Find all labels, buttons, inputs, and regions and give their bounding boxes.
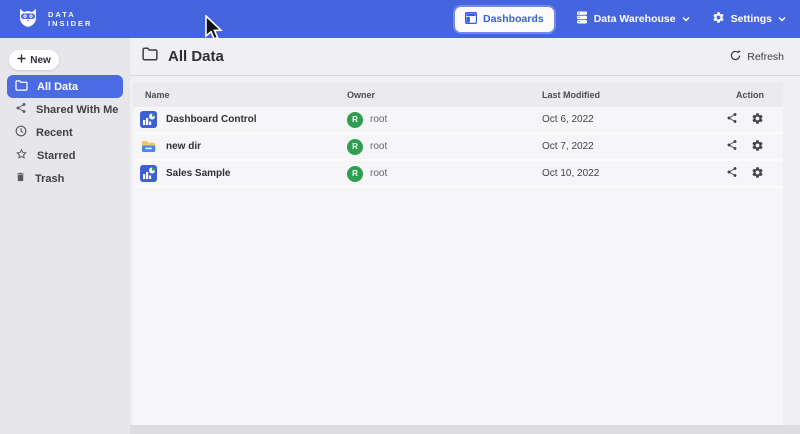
file-name: Sales Sample [166,168,230,179]
table-header-row: Name Owner Last Modified Action [133,83,783,107]
page-title: All Data [168,48,224,65]
owl-logo-icon [16,5,40,34]
file-table: Name Owner Last Modified Action Dashboar… [133,83,783,425]
database-icon [576,11,588,27]
share-icon[interactable] [726,112,738,127]
brand-logo[interactable]: DATA INSIDER [16,5,92,34]
owner-avatar: R [347,166,363,182]
share-icon [15,102,27,117]
column-header-action: Action [724,90,783,100]
page-header: All Data Refresh [130,38,800,76]
brand-line2: INSIDER [48,19,92,28]
new-button-label: New [30,55,51,66]
sidebar-nav: All Data Shared With Me Recent Starred [0,75,130,190]
sidebar-item-label: All Data [37,81,78,93]
owner-name: root [370,141,387,152]
sidebar-item-starred[interactable]: Starred [7,144,123,167]
gear-icon [712,11,725,27]
file-name: Dashboard Control [166,114,257,125]
sidebar-item-recent[interactable]: Recent [7,121,123,144]
share-icon[interactable] [726,166,738,181]
sidebar-item-label: Starred [37,150,76,162]
refresh-button[interactable]: Refresh [730,50,784,64]
sidebar: New All Data Shared With Me Recent [0,38,130,434]
new-button[interactable]: New [9,50,59,70]
sidebar-item-trash[interactable]: Trash [7,167,123,190]
top-nav: Dashboards Data Warehouse [455,7,786,32]
folder-file-icon [140,138,157,155]
brand-name: DATA INSIDER [48,10,92,28]
owner-name: root [370,114,387,125]
data-warehouse-menu[interactable]: Data Warehouse [576,11,690,27]
column-header-last-modified: Last Modified [530,90,724,100]
sidebar-item-label: Recent [36,127,73,139]
star-icon [15,148,28,163]
last-modified-date: Oct 6, 2022 [530,114,724,125]
app-window: DATA INSIDER Dashboards [0,0,800,434]
column-header-owner: Owner [335,90,530,100]
dashboard-file-icon [140,111,157,128]
dashboards-label: Dashboards [483,13,544,25]
chevron-down-icon [778,13,786,25]
share-icon[interactable] [726,139,738,154]
refresh-label: Refresh [747,51,784,63]
top-bar: DATA INSIDER Dashboards [0,0,800,38]
clock-icon [15,125,27,140]
data-warehouse-label: Data Warehouse [594,13,676,25]
sidebar-item-all-data[interactable]: All Data [7,75,123,98]
table-row[interactable]: Dashboard Control R root Oct 6, 2022 [133,107,783,134]
refresh-icon [730,50,741,64]
dashboard-grid-icon [465,12,477,27]
table-row[interactable]: new dir R root Oct 7, 2022 [133,134,783,161]
owner-avatar: R [347,139,363,155]
last-modified-date: Oct 7, 2022 [530,141,724,152]
brand-line1: DATA [48,10,92,19]
sidebar-item-shared-with-me[interactable]: Shared With Me [7,98,123,121]
column-header-name: Name [133,90,335,100]
main-content: All Data Refresh Name Owner Last Modifie… [130,38,800,425]
trash-icon [15,171,26,186]
folder-icon [142,47,158,66]
sidebar-item-label: Shared With Me [36,104,118,116]
dashboards-button[interactable]: Dashboards [455,7,554,32]
folder-icon [15,80,28,94]
mouse-cursor [204,15,223,48]
gear-icon[interactable] [751,112,764,128]
settings-menu[interactable]: Settings [712,11,786,27]
dashboard-file-icon [140,165,157,182]
last-modified-date: Oct 10, 2022 [530,168,724,179]
owner-name: root [370,168,387,179]
gear-icon[interactable] [751,139,764,155]
gear-icon[interactable] [751,166,764,182]
file-name: new dir [166,141,201,152]
settings-label: Settings [731,13,772,25]
table-row[interactable]: Sales Sample R root Oct 10, 2022 [133,161,783,188]
chevron-down-icon [682,13,690,25]
owner-avatar: R [347,112,363,128]
plus-icon [17,54,26,66]
sidebar-item-label: Trash [35,173,64,185]
